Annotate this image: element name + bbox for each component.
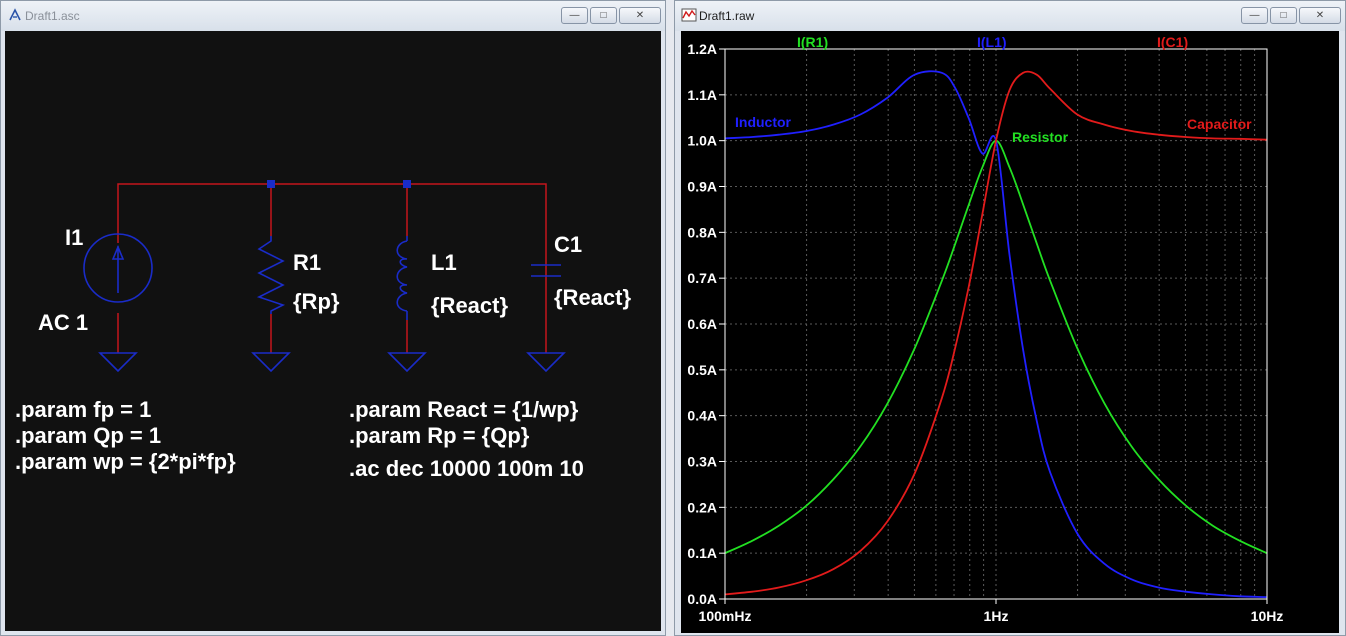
y-tick-label: 0.7A: [687, 270, 717, 286]
y-tick-label: 0.0A: [687, 591, 717, 607]
c1-value-label: {React}: [554, 285, 631, 310]
r1-ref-label: R1: [293, 250, 321, 275]
junction-dot: [403, 180, 411, 188]
maximize-button[interactable]: □: [1270, 7, 1297, 24]
l1-value-label: {React}: [431, 293, 508, 318]
plot-pane[interactable]: 0.0A 0.1A 0.2A 0.3A 0.4A 0.5A 0.6A 0.7A 0.8A 0.9A…: [681, 31, 1339, 633]
minimize-icon: —: [569, 10, 580, 21]
y-tick-label: 1.1A: [687, 87, 717, 103]
spice-directive[interactable]: .param Rp = {Qp}: [349, 423, 530, 448]
y-tick-label: 0.8A: [687, 224, 717, 240]
l1-ref-label: L1: [431, 250, 457, 275]
resistor-r1[interactable]: [256, 236, 286, 314]
waveform-plot[interactable]: 0.0A 0.1A 0.2A 0.3A 0.4A 0.5A 0.6A 0.7A 0.8A 0.9A…: [681, 31, 1339, 633]
close-icon: ✕: [635, 10, 645, 21]
schematic-icon: [9, 8, 21, 21]
spice-directive[interactable]: .ac dec 10000 100m 10: [349, 456, 584, 481]
y-tick-label: 0.6A: [687, 316, 717, 332]
r1-value-label: {Rp}: [293, 289, 340, 314]
waveform-icon: [681, 8, 697, 22]
schematic-drawing[interactable]: I1 AC 1 R1 {Rp} L1 {React} C1 {React} .p…: [5, 31, 661, 631]
x-axis-ticks: 100mHz 1Hz 10Hz: [699, 599, 1284, 624]
inductor-annotation: Inductor: [735, 114, 792, 130]
maximize-button[interactable]: □: [590, 7, 617, 24]
junction-dot: [267, 180, 275, 188]
schematic-titlebar[interactable]: Draft1.asc — □ ✕: [1, 1, 665, 31]
schematic-canvas[interactable]: I1 AC 1 R1 {Rp} L1 {React} C1 {React} .p…: [5, 31, 661, 631]
i1-value-label: AC 1: [38, 310, 88, 335]
waveform-window[interactable]: Draft1.raw — □ ✕ 0.0A 0.1A 0.2A 0.3A 0.4A 0.5…: [674, 0, 1346, 636]
schematic-title: Draft1.asc: [25, 9, 80, 23]
y-axis-ticks: 0.0A 0.1A 0.2A 0.3A 0.4A 0.5A 0.6A 0.7A 0.8A 0.9A…: [687, 41, 725, 607]
y-tick-label: 1.0A: [687, 133, 717, 149]
trace-label-il1[interactable]: I(L1): [977, 34, 1007, 50]
y-tick-label: 0.5A: [687, 362, 717, 378]
close-button[interactable]: ✕: [1299, 7, 1341, 24]
current-source-i1[interactable]: [83, 233, 153, 303]
ground-symbols: [98, 352, 566, 373]
i1-ref-label: I1: [65, 225, 83, 250]
top-wire: [117, 183, 547, 276]
y-tick-label: 0.9A: [687, 179, 717, 195]
spice-directive[interactable]: .param fp = 1: [15, 397, 151, 422]
schematic-window[interactable]: Draft1.asc — □ ✕ I1 AC 1 R1 {Rp} L1 {Rea…: [0, 0, 666, 636]
y-tick-label: 0.2A: [687, 499, 717, 515]
close-icon: ✕: [1315, 10, 1325, 21]
y-tick-label: 0.1A: [687, 545, 717, 561]
wires: [117, 183, 547, 353]
waveform-titlebar[interactable]: Draft1.raw — □ ✕: [675, 1, 1345, 31]
x-tick-label: 1Hz: [984, 608, 1009, 624]
resistor-annotation: Resistor: [1012, 129, 1069, 145]
maximize-icon: □: [1280, 10, 1287, 21]
spice-directive[interactable]: .param React = {1/wp}: [349, 397, 579, 422]
capacitor-annotation: Capacitor: [1187, 116, 1252, 132]
x-tick-label: 100mHz: [699, 608, 752, 624]
x-tick-label: 10Hz: [1251, 608, 1284, 624]
minimize-button[interactable]: —: [561, 7, 588, 24]
y-tick-label: 0.3A: [687, 454, 717, 470]
trace-ir1: [724, 139, 1268, 555]
close-button[interactable]: ✕: [619, 7, 661, 24]
c1-ref-label: C1: [554, 232, 582, 257]
maximize-icon: □: [600, 10, 607, 21]
y-tick-label: 1.2A: [687, 41, 717, 57]
inductor-l1[interactable]: [396, 236, 408, 320]
trace-label-ir1[interactable]: I(R1): [797, 34, 828, 50]
y-tick-label: 0.4A: [687, 408, 717, 424]
spice-directive[interactable]: .param Qp = 1: [15, 423, 161, 448]
minimize-button[interactable]: —: [1241, 7, 1268, 24]
minimize-icon: —: [1249, 10, 1260, 21]
spice-directive[interactable]: .param wp = {2*pi*fp}: [15, 449, 236, 474]
trace-label-ic1[interactable]: I(C1): [1157, 34, 1188, 50]
waveform-title: Draft1.raw: [699, 9, 755, 23]
